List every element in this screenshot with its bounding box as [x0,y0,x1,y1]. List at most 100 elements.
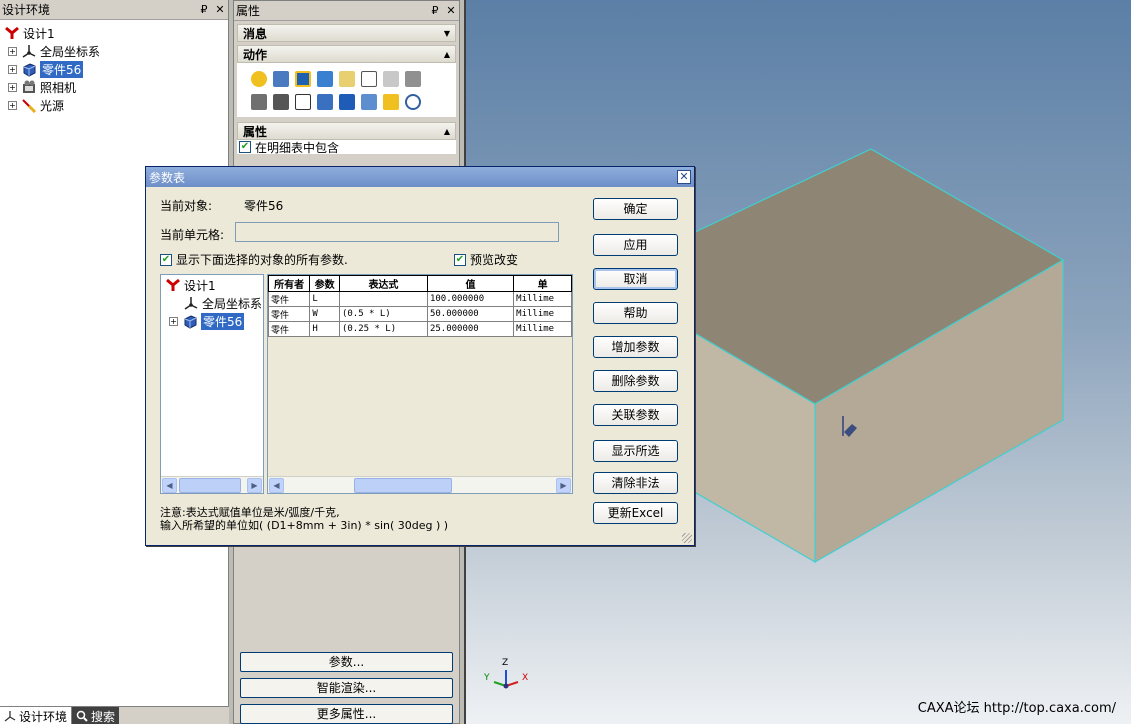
section-message[interactable]: 消息 ▼ [237,24,456,42]
clear-invalid-button[interactable]: 清除非法 [593,472,678,494]
close-icon[interactable]: ✕ [443,4,459,17]
show-all-params-checkbox[interactable]: ✔ 显示下面选择的对象的所有参数. [160,251,348,268]
tab-search[interactable]: 搜索 [72,707,120,724]
show-selected-button[interactable]: 显示所选 [593,440,678,462]
cell-param[interactable]: W [309,306,340,322]
scroll-thumb[interactable] [354,478,452,493]
section-actions[interactable]: 动作 ▲ [237,45,456,63]
expand-icon[interactable]: + [169,316,178,326]
ok-button[interactable]: 确定 [593,198,678,220]
open-icon[interactable] [251,93,267,110]
help-button[interactable]: 帮助 [593,302,678,324]
layer-icon[interactable] [317,70,333,87]
cell-unit[interactable]: Millime [513,291,572,307]
design-icon [165,277,181,293]
chain-icon[interactable] [339,93,355,110]
axis-y-label: Y [484,673,490,683]
close-icon[interactable]: ✕ [212,3,228,16]
cell-value[interactable]: 50.000000 [426,306,515,322]
table-row[interactable]: 零件 L 100.000000 Millime [268,291,572,307]
cell-unit[interactable]: Millime [513,306,572,322]
cell-owner[interactable]: 零件 [268,321,311,337]
tool-icon[interactable] [405,70,421,87]
measure-icon[interactable] [383,70,399,87]
smart-light-icon[interactable] [251,70,267,87]
pin-icon[interactable]: ₽ [196,3,212,16]
tab-design-env[interactable]: 设计环境 [0,707,73,724]
tree-item-design[interactable]: 设计1 [161,276,263,294]
table-header-row: 所有者 参数 表达式 值 单 [268,275,572,292]
units-note-line: 注意:表达式赋值单位是米/弧度/千克, [160,506,340,519]
units-note: 注意:表达式赋值单位是米/弧度/千克, 输入所希望的单位如( (D1+8mm +… [160,506,448,532]
checkbox-checked-icon[interactable]: ✔ [454,253,466,266]
link-icon[interactable] [317,93,333,110]
tree-item-light[interactable]: + 光源 [0,96,228,114]
grid-horizontal-scrollbar[interactable]: ◀ ▶ [268,476,572,493]
more-properties-button[interactable]: 更多属性... [240,704,453,724]
zoom-icon[interactable] [405,93,421,110]
cell-owner[interactable]: 零件 [268,306,311,322]
render-icon[interactable] [273,93,289,110]
checkbox-checked-icon[interactable]: ✔ [239,141,251,153]
cancel-button[interactable]: 取消 [593,268,678,290]
resize-grip-icon[interactable] [682,533,692,543]
cell-expression[interactable]: (0.5 * L) [338,306,428,322]
table-row[interactable]: 零件 H (0.25 * L) 25.000000 Millime [268,321,572,337]
cell-expression[interactable]: (0.25 * L) [338,321,428,337]
include-in-bom-row[interactable]: ✔ 在明细表中包含 [237,140,456,155]
copy-icon[interactable] [383,93,399,110]
tree-item-camera[interactable]: + 照相机 [0,78,228,96]
cell-unit[interactable]: Millime [513,321,572,337]
cell-expression[interactable] [338,291,428,307]
column-header-expression[interactable]: 表达式 [338,275,428,292]
tree-horizontal-scrollbar[interactable]: ◀ ▶ [161,476,263,493]
tree-item-part[interactable]: + 零件56 [161,312,263,330]
checkbox-checked-icon[interactable]: ✔ [160,253,172,266]
dialog-titlebar[interactable]: 参数表 ✕ [146,167,694,187]
scroll-left-icon[interactable]: ◀ [162,478,177,493]
add-parameter-button[interactable]: 增加参数 [593,336,678,358]
preview-changes-checkbox[interactable]: ✔ 预览改变 [454,251,518,268]
scroll-right-icon[interactable]: ▶ [556,478,571,493]
edge-icon[interactable] [339,70,355,87]
cell-value[interactable]: 100.000000 [426,291,515,307]
pack-icon[interactable] [273,70,289,87]
dialog-title: 参数表 [149,170,186,185]
scroll-left-icon[interactable]: ◀ [269,478,284,493]
smart-render-button[interactable]: 智能渲染... [240,678,453,698]
section-properties[interactable]: 属性 ▲ [237,122,456,140]
cell-value[interactable]: 25.000000 [426,321,515,337]
tree-item-part[interactable]: + 零件56 [0,60,228,78]
edit-icon[interactable] [361,70,377,87]
current-cell-field[interactable] [235,222,559,242]
expand-icon[interactable]: + [8,82,17,92]
scroll-right-icon[interactable]: ▶ [247,478,262,493]
tab-label: 搜索 [91,709,116,724]
expand-icon[interactable]: + [8,64,17,74]
cell-param[interactable]: L [309,291,340,307]
column-header-param[interactable]: 参数 [309,275,340,292]
tree-item-global-coords[interactable]: 全局坐标系 [161,294,263,312]
cell-owner[interactable]: 零件 [268,291,311,307]
expand-icon[interactable]: + [8,100,17,110]
box-icon[interactable] [295,70,311,87]
update-excel-button[interactable]: 更新Excel [593,502,678,524]
expand-icon[interactable]: + [8,46,17,56]
tree-item-design[interactable]: 设计1 [0,24,228,42]
pin-icon[interactable]: ₽ [427,4,443,17]
column-header-unit[interactable]: 单 [513,275,572,292]
apply-button[interactable]: 应用 [593,234,678,256]
tree-item-global-coords[interactable]: + 全局坐标系 [0,42,228,60]
delete-parameter-button[interactable]: 删除参数 [593,370,678,392]
scroll-thumb[interactable] [179,478,241,493]
column-header-owner[interactable]: 所有者 [268,275,311,292]
formula-icon[interactable] [295,93,311,110]
show-all-params-label: 显示下面选择的对象的所有参数. [176,253,348,267]
table-row[interactable]: 零件 W (0.5 * L) 50.000000 Millime [268,306,572,322]
assembly-icon[interactable] [361,93,377,110]
parameters-button[interactable]: 参数... [240,652,453,672]
link-parameter-button[interactable]: 关联参数 [593,404,678,426]
cell-param[interactable]: H [309,321,340,337]
close-icon[interactable]: ✕ [677,170,691,184]
column-header-value[interactable]: 值 [426,275,515,292]
